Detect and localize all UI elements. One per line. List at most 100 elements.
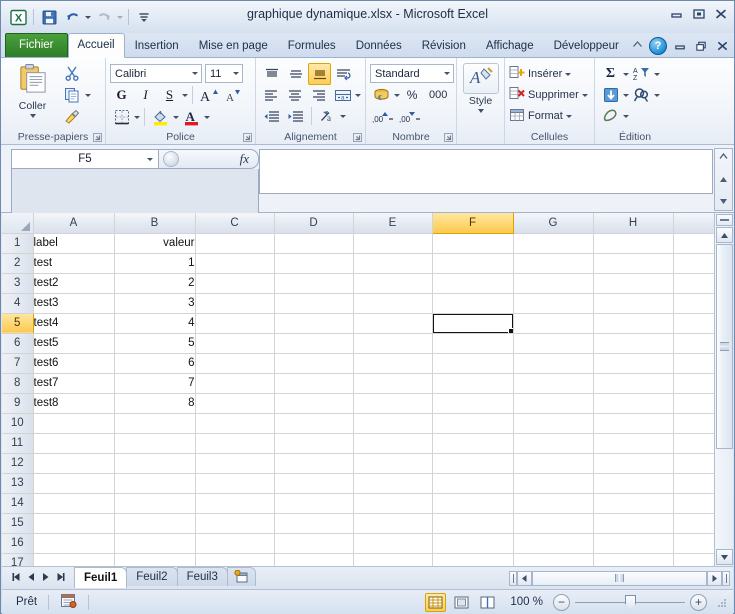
copy-dropdown-icon[interactable] [85,93,91,97]
cell-A2[interactable]: test [33,253,115,274]
align-middle-icon[interactable] [284,63,307,85]
cell-E16[interactable] [353,533,433,554]
cell-E3[interactable] [353,273,433,294]
cell-E15[interactable] [353,513,433,534]
zoom-in-button[interactable]: + [690,593,707,611]
cell-A15[interactable] [33,513,115,534]
cut-icon[interactable] [60,62,83,84]
format-cells-button[interactable]: Format [509,106,590,126]
cell-G12[interactable] [513,453,594,474]
next-sheet-button[interactable] [41,572,50,585]
borders-icon[interactable] [110,106,133,128]
horizontal-scroll-thumb[interactable] [532,570,707,586]
cell-C11[interactable] [195,433,275,454]
font-size-dropdown-icon[interactable] [233,72,239,75]
fill-color-icon[interactable] [149,106,172,128]
cell-A12[interactable] [33,453,115,474]
cell-x12[interactable] [673,453,719,474]
cell-B8[interactable]: 7 [114,373,196,394]
table-row[interactable]: 12 [2,453,719,474]
cell-B4[interactable]: 3 [114,293,196,314]
table-row[interactable]: 3 test2 2 [2,273,719,294]
cell-D6[interactable] [274,333,354,354]
insert-cells-button[interactable]: Insérer [509,64,590,84]
row-header-11[interactable]: 11 [2,433,34,454]
fill-handle[interactable] [507,327,512,332]
underline-dropdown-icon[interactable] [182,93,188,97]
cell-H15[interactable] [593,513,674,534]
zoom-out-button[interactable]: − [553,593,570,611]
cell-D3[interactable] [274,273,354,294]
align-top-icon[interactable] [260,63,283,85]
grow-font-icon[interactable]: A [197,84,220,106]
cell-B14[interactable] [114,493,196,514]
column-header-blank[interactable] [673,213,719,234]
cell-H12[interactable] [593,453,674,474]
column-header-g[interactable]: G [513,213,594,234]
cell-x2[interactable] [673,253,719,274]
tab-fichier[interactable]: Fichier [5,33,68,57]
last-sheet-button[interactable] [55,572,66,585]
delete-cells-dropdown-icon[interactable] [581,93,588,97]
cell-H6[interactable] [593,333,674,354]
styles-button[interactable]: A Style [461,61,500,126]
cell-x1[interactable] [673,233,719,254]
hscroll-left-end[interactable] [509,570,517,586]
cell-F16[interactable] [432,533,514,554]
cell-C12[interactable] [195,453,275,474]
tab-insertion[interactable]: Insertion [125,34,189,57]
cell-D14[interactable] [274,493,354,514]
fill-color-dropdown-icon[interactable] [173,115,179,119]
cell-C6[interactable] [195,333,275,354]
cell-C16[interactable] [195,533,275,554]
font-name-combo[interactable]: Calibri [110,64,202,83]
cell-C15[interactable] [195,513,275,534]
selected-cell-F5[interactable] [432,313,514,334]
sort-filter-icon[interactable]: AZ [630,63,653,85]
scroll-up-button[interactable] [715,227,733,243]
cell-A10[interactable] [33,413,115,434]
borders-dropdown-icon[interactable] [134,115,140,119]
cell-A6[interactable]: test5 [33,333,115,354]
cell-B16[interactable] [114,533,196,554]
cell-F3[interactable] [432,273,514,294]
hscroll-left-button[interactable] [517,570,532,586]
cell-E6[interactable] [353,333,433,354]
cell-x14[interactable] [673,493,719,514]
table-row[interactable]: 11 [2,433,719,454]
macro-record-icon[interactable] [60,593,77,611]
formula-resize-grip[interactable] [163,151,179,167]
close-button[interactable] [713,7,729,21]
row-header-2[interactable]: 2 [2,253,34,274]
shrink-font-icon[interactable]: A [221,84,244,106]
cell-B6[interactable]: 5 [114,333,196,354]
cell-C5[interactable] [195,313,275,334]
fill-dropdown-icon[interactable] [623,93,629,97]
split-handle[interactable] [715,214,733,226]
cell-F8[interactable] [432,373,514,394]
cell-x13[interactable] [673,473,719,494]
cell-H3[interactable] [593,273,674,294]
prev-sheet-button[interactable] [27,572,36,585]
cell-B5[interactable]: 4 [114,313,196,334]
cell-x7[interactable] [673,353,719,374]
cell-H2[interactable] [593,253,674,274]
cell-x4[interactable] [673,293,719,314]
cell-x15[interactable] [673,513,719,534]
page-layout-view-button[interactable] [451,593,472,612]
merge-dropdown-icon[interactable] [355,93,361,97]
decrease-indent-icon[interactable] [260,105,283,127]
orientation-dropdown-icon[interactable] [340,114,346,118]
tab-revision[interactable]: Révision [412,34,476,57]
alignment-dialog-launcher-icon[interactable] [353,133,362,142]
sheet-tab-feuil3[interactable]: Feuil3 [176,566,228,586]
autosum-icon[interactable]: Σ [599,63,622,85]
cell-E2[interactable] [353,253,433,274]
cell-E12[interactable] [353,453,433,474]
cell-D12[interactable] [274,453,354,474]
worksheet-grid[interactable]: A B C D E F G H 1 label valeur 2 test 1 3 test2 2 4 test3 3… [2,213,733,574]
cell-D13[interactable] [274,473,354,494]
row-header-7[interactable]: 7 [2,353,34,374]
name-box-dropdown-icon[interactable] [147,158,153,161]
cell-E4[interactable] [353,293,433,314]
